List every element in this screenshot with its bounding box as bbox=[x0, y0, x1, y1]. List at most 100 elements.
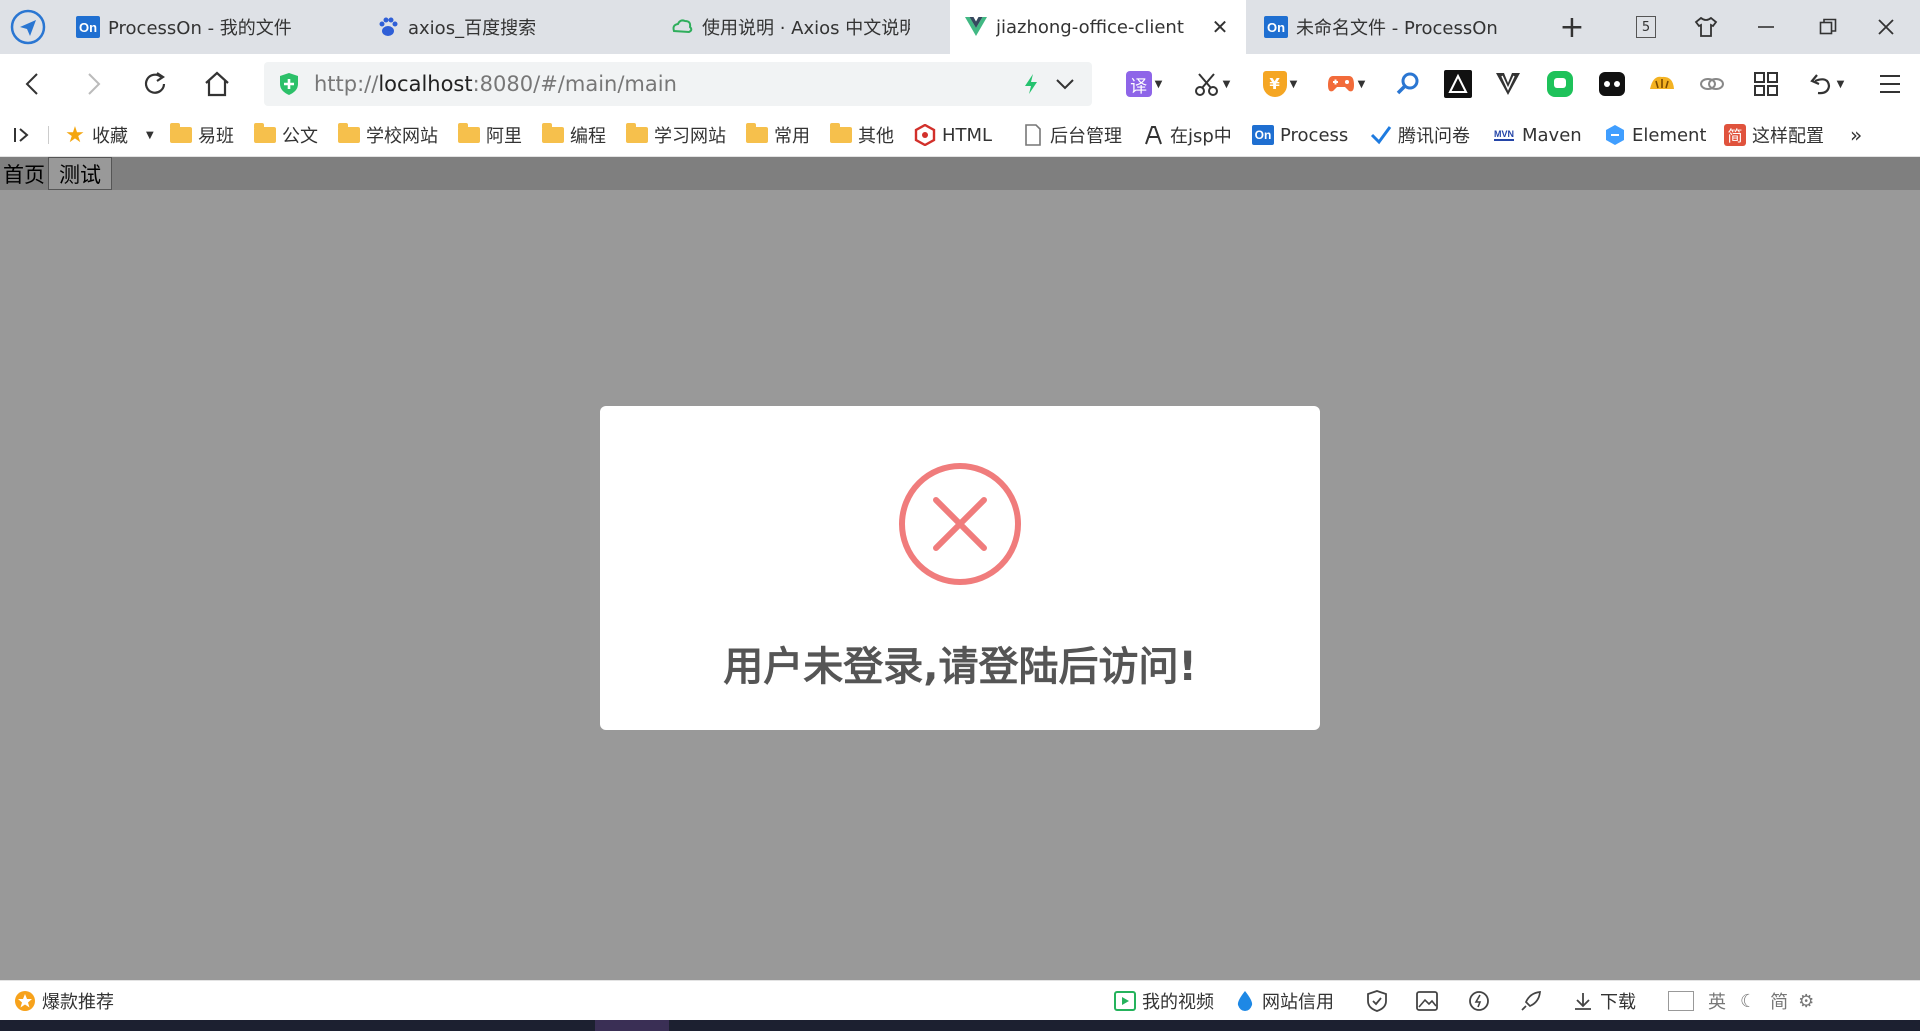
processon-logo-icon: On bbox=[76, 15, 100, 39]
status-label: 我的视频 bbox=[1142, 992, 1214, 1013]
bookmark-folder-school[interactable]: 学校网站 bbox=[338, 114, 438, 156]
close-window-button[interactable] bbox=[1856, 0, 1916, 54]
search-extension-button[interactable] bbox=[1388, 66, 1428, 102]
app-navbar: 首页 测试 bbox=[0, 157, 1920, 190]
chevron-down-icon: ▼ bbox=[1154, 78, 1163, 90]
folder-icon bbox=[254, 123, 276, 146]
bookmark-admin[interactable]: 后台管理 bbox=[1022, 114, 1122, 156]
reload-button[interactable] bbox=[132, 62, 178, 106]
back-button[interactable] bbox=[10, 62, 56, 106]
bookmark-overflow-button[interactable]: » bbox=[1850, 114, 1862, 156]
tab-processon-untitled[interactable]: On 未命名文件 - ProcessOn bbox=[1256, 0, 1536, 54]
back-arrow-icon bbox=[25, 73, 38, 95]
drop-icon bbox=[1234, 990, 1256, 1012]
minimize-button[interactable] bbox=[1736, 0, 1796, 54]
bookmark-maven[interactable]: MVN Maven bbox=[1492, 114, 1584, 156]
gear-icon: ⚙ bbox=[1798, 990, 1815, 1012]
status-label: 下载 bbox=[1600, 992, 1636, 1013]
tiger-extension-button[interactable] bbox=[1642, 66, 1682, 102]
coupon-extension-button[interactable]: ¥ ▼ bbox=[1260, 66, 1300, 102]
bookmark-processon[interactable]: On Process bbox=[1252, 114, 1352, 156]
tab-jiazhong-office-client[interactable]: jiazhong-office-client ✕ bbox=[950, 0, 1246, 54]
tab-processon-files[interactable]: On ProcessOn - 我的文件 bbox=[66, 0, 356, 54]
undo-button[interactable]: ▼ bbox=[1806, 66, 1846, 102]
forward-button[interactable] bbox=[70, 62, 116, 106]
rocket-button[interactable] bbox=[1520, 981, 1542, 1021]
minimize-icon bbox=[1758, 26, 1774, 28]
bookmark-config[interactable]: 简 这样配置 bbox=[1724, 114, 1828, 156]
search-icon bbox=[1396, 72, 1419, 95]
tab-axios-docs[interactable]: 使用说明 · Axios 中文说明 bbox=[664, 0, 946, 54]
bookmark-folder-ali[interactable]: 阿里 bbox=[458, 114, 522, 156]
apps-button[interactable] bbox=[1746, 66, 1786, 102]
security-button[interactable] bbox=[1366, 981, 1388, 1021]
site-credit-button[interactable]: 网站信用 bbox=[1234, 981, 1334, 1021]
tab-strip: On ProcessOn - 我的文件 axios_百度搜索 使用说明 · Ax… bbox=[0, 0, 1920, 54]
tab-title: 未命名文件 - ProcessOn bbox=[1296, 18, 1498, 39]
bookmark-html[interactable]: HTML bbox=[914, 114, 992, 156]
tab-count-button[interactable]: 5 bbox=[1616, 0, 1676, 54]
bookmark-folder-yiban[interactable]: 易班 bbox=[170, 114, 234, 156]
bookmark-folder-coding[interactable]: 编程 bbox=[542, 114, 606, 156]
mask-extension-button[interactable] bbox=[1592, 66, 1632, 102]
bookmark-tencent-survey[interactable]: 腾讯问卷 bbox=[1370, 114, 1472, 156]
bookmark-label: 常用 bbox=[774, 126, 810, 147]
taskbar-active-app[interactable] bbox=[595, 1020, 669, 1031]
menu-button[interactable] bbox=[1870, 66, 1910, 102]
element-icon bbox=[1604, 124, 1626, 146]
bookmark-label: Maven bbox=[1522, 124, 1582, 146]
folder-icon bbox=[542, 123, 564, 146]
v-logo-icon bbox=[1496, 73, 1520, 95]
close-tab-icon[interactable]: ✕ bbox=[1208, 15, 1232, 39]
bookmark-favorites[interactable]: ★ 收藏 ▼ bbox=[64, 114, 154, 156]
scissors-icon bbox=[1194, 73, 1218, 96]
nav-test[interactable]: 测试 bbox=[48, 157, 112, 190]
vimium-extension-button[interactable] bbox=[1488, 66, 1528, 102]
ime-simplified-label: 简 bbox=[1770, 992, 1789, 1013]
folder-icon bbox=[626, 123, 648, 146]
new-tab-button[interactable]: + bbox=[1542, 0, 1602, 54]
error-dialog: 用户未登录,请登陆后访问! bbox=[600, 406, 1320, 730]
lightning-icon[interactable] bbox=[1022, 73, 1040, 95]
html-icon bbox=[914, 124, 936, 146]
bookmark-folder-common[interactable]: 常用 bbox=[746, 114, 810, 156]
url-dropdown-icon[interactable] bbox=[1054, 74, 1076, 94]
reload-icon bbox=[144, 72, 166, 94]
skin-button[interactable] bbox=[1676, 0, 1736, 54]
image-button[interactable] bbox=[1416, 981, 1438, 1021]
download-button[interactable]: 下载 bbox=[1572, 981, 1636, 1021]
status-label: 爆款推荐 bbox=[42, 992, 114, 1013]
hot-recommend-button[interactable]: 爆款推荐 bbox=[14, 981, 114, 1021]
url-bar[interactable]: http://localhost:8080/#/main/main bbox=[264, 62, 1092, 106]
bookmark-folder-other[interactable]: 其他 bbox=[830, 114, 894, 156]
my-videos-button[interactable]: 我的视频 bbox=[1114, 981, 1214, 1021]
bookmark-element[interactable]: Element bbox=[1604, 114, 1706, 156]
bookmark-folder-gongwen[interactable]: 公文 bbox=[254, 114, 318, 156]
bookmark-jsp[interactable]: 在jsp中 bbox=[1142, 114, 1236, 156]
speed-button[interactable] bbox=[1468, 981, 1490, 1021]
check-icon bbox=[1370, 124, 1392, 146]
address-toolbar: http://localhost:8080/#/main/main 译 ▼ ▼ … bbox=[0, 54, 1920, 114]
home-button[interactable] bbox=[194, 62, 240, 106]
folder-icon bbox=[458, 123, 480, 146]
baidu-paw-icon bbox=[376, 15, 400, 39]
undo-icon bbox=[1809, 74, 1830, 95]
sidebar-toggle[interactable] bbox=[12, 114, 32, 156]
coin-shield-icon: ¥ bbox=[1262, 71, 1287, 97]
dark-extension-button[interactable] bbox=[1438, 66, 1478, 102]
ime-indicator[interactable]: 英 ☾ 简 ⚙ bbox=[1668, 981, 1814, 1021]
browser-logo[interactable] bbox=[10, 9, 46, 45]
bookmark-label: 编程 bbox=[570, 126, 606, 147]
game-extension-button[interactable]: ▼ bbox=[1326, 66, 1366, 102]
tab-title: 使用说明 · Axios 中文说明 bbox=[702, 18, 910, 39]
chat-extension-button[interactable] bbox=[1540, 66, 1580, 102]
chat-icon bbox=[1547, 71, 1573, 97]
nav-home[interactable]: 首页 bbox=[0, 157, 48, 190]
image-icon bbox=[1416, 991, 1438, 1011]
screenshot-extension-button[interactable]: ▼ bbox=[1192, 66, 1232, 102]
tab-axios-baidu[interactable]: axios_百度搜索 bbox=[366, 0, 656, 54]
translate-extension-button[interactable]: 译 ▼ bbox=[1124, 66, 1164, 102]
sync-extension-button[interactable] bbox=[1692, 66, 1732, 102]
restore-button[interactable] bbox=[1798, 0, 1858, 54]
bookmark-folder-learning[interactable]: 学习网站 bbox=[626, 114, 726, 156]
